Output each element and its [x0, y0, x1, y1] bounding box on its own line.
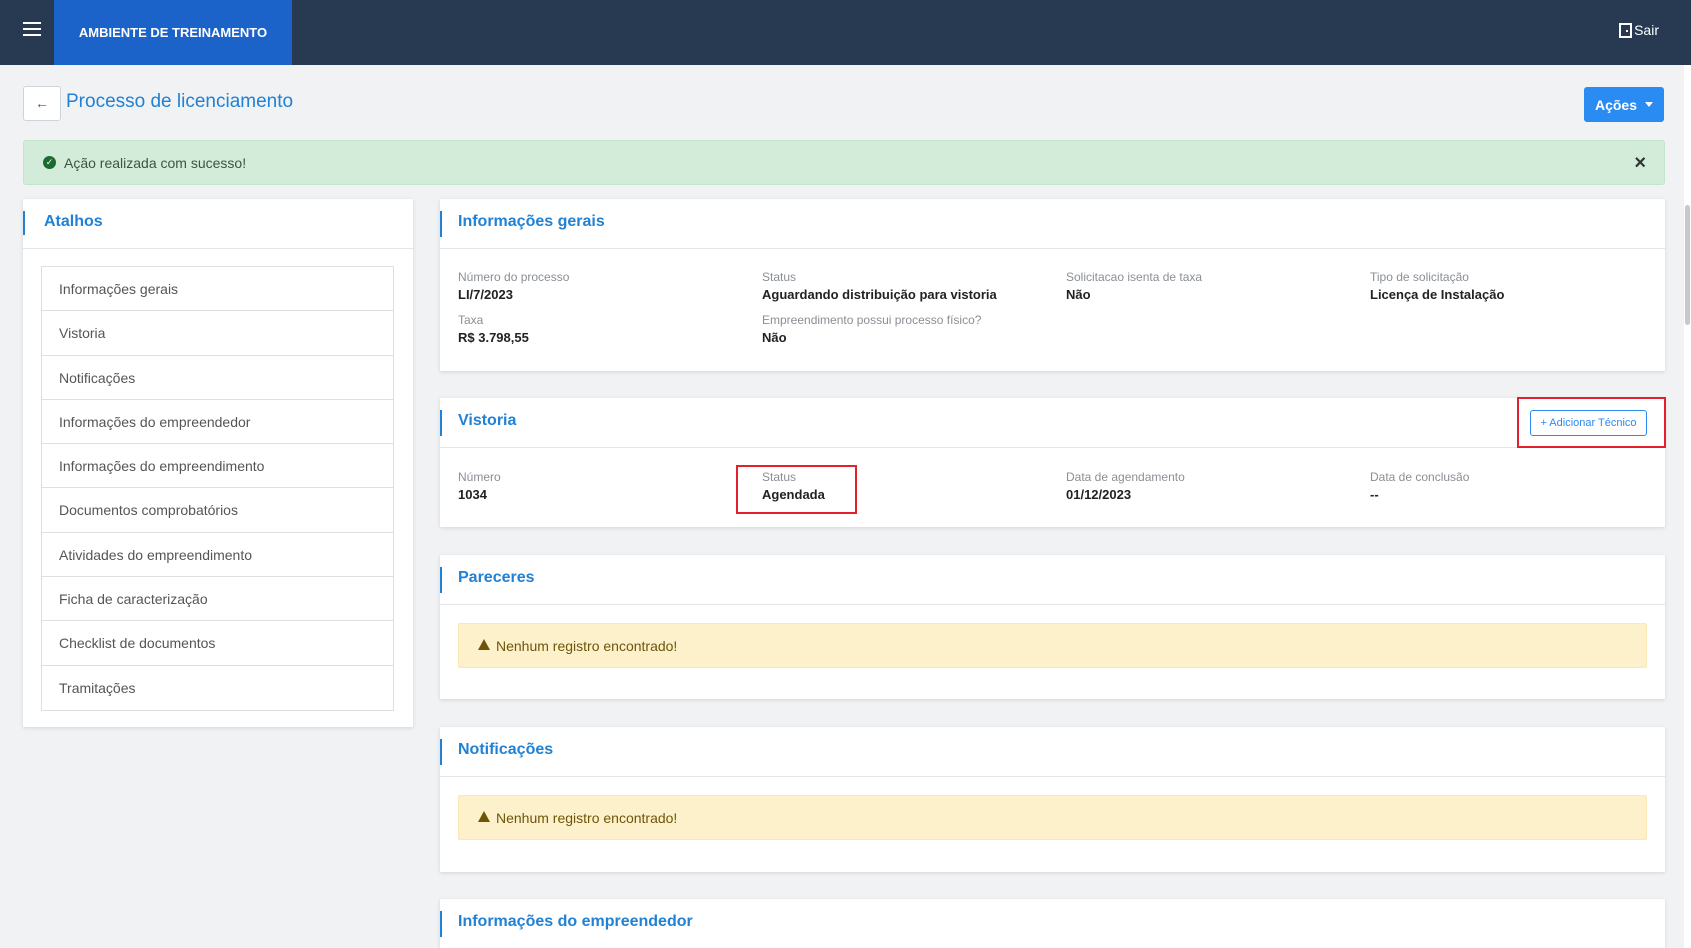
inspection-card: Vistoria + Adicionar Técnico Número 1034…: [440, 398, 1665, 527]
opinions-header: Pareceres: [440, 555, 1665, 605]
shortcuts-title: Atalhos: [44, 213, 103, 230]
door-icon: [1619, 22, 1633, 38]
field-label: Número: [458, 470, 501, 484]
field-status: Status Aguardando distribuição para vist…: [762, 270, 997, 302]
shortcuts-header: Atalhos: [23, 199, 413, 249]
arrow-left-icon: ←: [35, 95, 49, 111]
field-value: 1034: [458, 487, 487, 502]
general-info-card: Informações gerais Número do processo LI…: [440, 199, 1665, 371]
menu-icon[interactable]: [23, 22, 41, 36]
opinions-title: Pareceres: [458, 569, 535, 586]
accent-bar: [23, 211, 25, 235]
accent-bar: [440, 911, 442, 937]
field-value: Não: [1066, 287, 1091, 302]
inspection-header: Vistoria + Adicionar Técnico: [440, 398, 1665, 448]
field-label: Status: [762, 270, 797, 284]
success-message: Ação realizada com sucesso!: [64, 155, 247, 171]
shortcut-item-enterprise-activities[interactable]: Atividades do empreendimento: [42, 533, 393, 578]
check-circle-icon: ✓: [43, 156, 56, 169]
shortcut-item-notifications[interactable]: Notificações: [42, 356, 393, 400]
notifications-empty-alert: Nenhum registro encontrado!: [458, 795, 1647, 840]
inspection-title: Vistoria: [458, 412, 517, 429]
notifications-title: Notificações: [458, 741, 554, 758]
field-label: Taxa: [458, 313, 484, 327]
highlight-inspection-status: [736, 465, 857, 514]
accent-bar: [440, 410, 442, 436]
notifications-header: Notificações: [440, 727, 1665, 777]
environment-label: AMBIENTE DE TREINAMENTO: [54, 0, 292, 65]
caret-down-icon: [1645, 102, 1654, 107]
field-process-number: Número do processo LI/7/2023: [458, 270, 569, 302]
shortcut-item-inspection[interactable]: Vistoria: [42, 311, 393, 356]
field-label: Data de agendamento: [1066, 470, 1185, 484]
shortcut-item-supporting-documents[interactable]: Documentos comprobatórios: [42, 488, 393, 533]
field-inspection-number: Número 1034: [458, 470, 501, 502]
shortcut-item-procedures[interactable]: Tramitações: [42, 666, 393, 710]
logout-button[interactable]: Sair: [1619, 22, 1659, 38]
field-completion-date: Data de conclusão --: [1370, 470, 1469, 502]
top-navbar: AMBIENTE DE TREINAMENTO Sair: [0, 0, 1691, 65]
empty-message: Nenhum registro encontrado!: [496, 810, 678, 826]
field-label: Solicitacao isenta de taxa: [1066, 270, 1203, 284]
actions-dropdown-button[interactable]: Ações: [1584, 87, 1664, 122]
field-request-type: Tipo de solicitação Licença de Instalaçã…: [1370, 270, 1504, 302]
warning-icon: [478, 811, 490, 822]
notifications-card: Notificações Nenhum registro encontrado!: [440, 727, 1665, 872]
warning-icon: [478, 639, 490, 650]
field-value: Aguardando distribuição para vistoria: [762, 287, 997, 302]
shortcuts-panel: Atalhos Informações gerais Vistoria Noti…: [23, 199, 413, 727]
shortcut-item-characterization-form[interactable]: Ficha de caracterização: [42, 577, 393, 622]
entrepreneur-card: Informações do empreendedor: [440, 899, 1665, 948]
general-info-header: Informações gerais: [440, 199, 1665, 249]
shortcut-item-general-info[interactable]: Informações gerais: [42, 267, 393, 312]
field-fee: Taxa R$ 3.798,55: [458, 313, 529, 345]
accent-bar: [440, 739, 442, 765]
actions-label: Ações: [1594, 96, 1638, 113]
back-button[interactable]: ←: [23, 86, 61, 121]
entrepreneur-header: Informações do empreendedor: [440, 899, 1665, 948]
opinions-empty-alert: Nenhum registro encontrado!: [458, 623, 1647, 668]
page-scrollbar[interactable]: [1684, 65, 1691, 948]
success-alert: ✓ Ação realizada com sucesso! ×: [23, 140, 1665, 185]
close-alert-button[interactable]: ×: [1634, 152, 1646, 175]
field-value: Não: [762, 330, 787, 345]
field-label: Empreendimento possui processo físico?: [762, 313, 982, 327]
shortcut-item-documents-checklist[interactable]: Checklist de documentos: [42, 621, 393, 666]
field-label: Tipo de solicitação: [1370, 270, 1469, 284]
highlight-add-technician: [1517, 397, 1666, 448]
entrepreneur-title: Informações do empreendedor: [458, 913, 693, 930]
field-label: Data de conclusão: [1370, 470, 1470, 484]
field-value: R$ 3.798,55: [458, 330, 529, 345]
shortcut-item-entrepreneur-info[interactable]: Informações do empreendedor: [42, 400, 393, 445]
shortcut-item-enterprise-info[interactable]: Informações do empreendimento: [42, 444, 393, 489]
field-scheduled-date: Data de agendamento 01/12/2023: [1066, 470, 1185, 502]
field-value: --: [1370, 487, 1379, 502]
field-value: LI/7/2023: [458, 287, 513, 302]
scrollbar-thumb[interactable]: [1685, 205, 1690, 325]
field-physical-process: Empreendimento possui processo físico? N…: [762, 313, 981, 345]
accent-bar: [440, 567, 442, 593]
page-title: Processo de licenciamento: [66, 91, 294, 112]
shortcuts-list: Informações gerais Vistoria Notificações…: [41, 266, 394, 711]
field-label: Número do processo: [458, 270, 570, 284]
field-value: 01/12/2023: [1066, 487, 1132, 502]
field-fee-exempt: Solicitacao isenta de taxa Não: [1066, 270, 1202, 302]
logout-label: Sair: [1634, 22, 1659, 38]
empty-message: Nenhum registro encontrado!: [496, 638, 678, 654]
accent-bar: [440, 211, 442, 237]
general-info-title: Informações gerais: [458, 213, 605, 230]
field-value: Licença de Instalação: [1370, 287, 1505, 302]
opinions-card: Pareceres Nenhum registro encontrado!: [440, 555, 1665, 699]
